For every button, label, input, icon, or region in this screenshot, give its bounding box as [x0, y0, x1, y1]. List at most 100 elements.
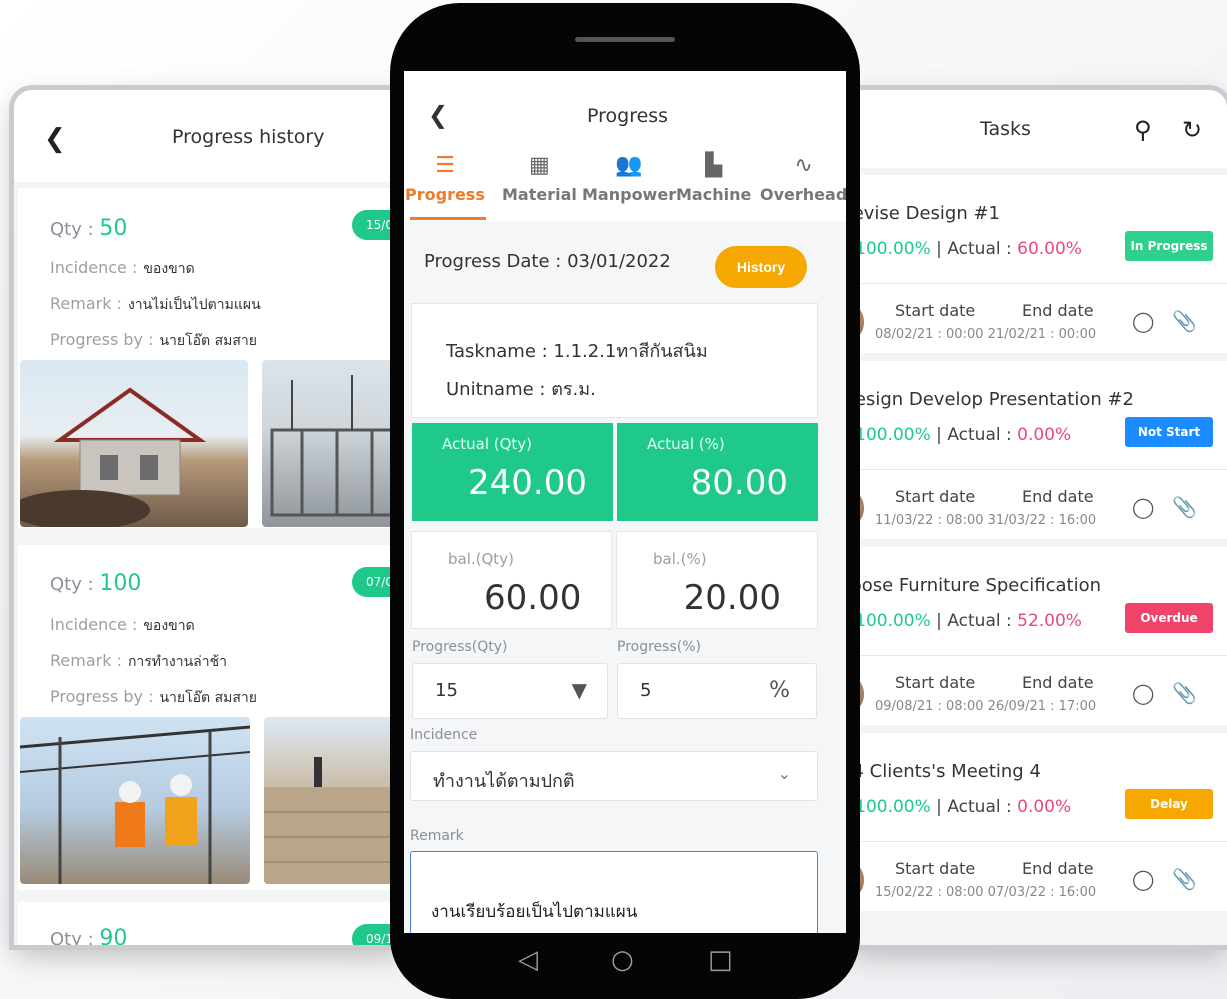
divider	[850, 841, 1227, 842]
attachment-icon[interactable]: 📎	[1172, 309, 1197, 333]
date-range: 09/08/21 : 08:00 26/09/21 : 17:00	[875, 699, 1097, 714]
status-badge: Overdue	[1125, 603, 1213, 633]
tab-progress[interactable]: ☰ Progress	[405, 153, 485, 204]
header: ❮ Progress history	[14, 90, 404, 182]
incidence: Incidence : ของขาด	[50, 258, 195, 277]
tab-label: Material	[502, 185, 577, 204]
brick-wall-illustration	[264, 757, 404, 884]
page-title: Progress	[587, 105, 669, 127]
incidence: Incidence : ของขาด	[50, 615, 195, 634]
task-card[interactable]: Loose Furniture Specification: 100.00% |…	[850, 547, 1227, 725]
task-card[interactable]: 14 Clients's Meeting 4: 100.00% | Actual…	[850, 733, 1227, 911]
site-photo[interactable]	[262, 360, 404, 527]
status-badge: Delay	[1125, 789, 1213, 819]
actual-pct-value: 80.00	[690, 463, 788, 503]
home-nav-icon[interactable]: ○	[611, 945, 634, 975]
attachment-icon[interactable]: 📎	[1172, 495, 1197, 519]
remark: Remark : การทำงานล่าช้า	[50, 651, 227, 670]
workers-illustration	[20, 725, 250, 884]
sliders-icon: ☰	[435, 153, 455, 178]
tab-label: Progress	[405, 185, 485, 204]
history-card[interactable]: Qty : 50 15/02/ Incidence : ของขาด Remark…	[18, 188, 404, 528]
comment-icon[interactable]: ◯	[1132, 867, 1154, 891]
site-photo[interactable]	[20, 360, 248, 527]
qty: Qty : 100	[50, 571, 142, 596]
task-percent: : 100.00% | Actual : 0.00%	[855, 425, 1072, 445]
building-frame-illustration	[270, 375, 404, 517]
bal-pct-value: 20.00	[683, 578, 781, 618]
page-title: Tasks	[980, 118, 1031, 140]
task-name: Design Develop Presentation #2	[850, 389, 1134, 410]
history-card[interactable]: Qty : 90 09/12/	[18, 902, 404, 945]
bal-qty-card: bal.(Qty) 60.00	[411, 531, 612, 629]
progress-by: Progress by : นายโอ๊ต สมสาย	[50, 330, 257, 349]
refresh-icon[interactable]: ↻	[1182, 116, 1202, 144]
speaker-grille	[575, 37, 675, 42]
progress-pct-label: Progress(%)	[617, 639, 701, 655]
back-icon[interactable]: ❮	[44, 124, 66, 154]
progress-pct-input[interactable]: 5 %	[617, 663, 817, 719]
actual-qty-card: Actual (Qty) 240.00	[412, 423, 613, 521]
actual-qty-label: Actual (Qty)	[442, 435, 533, 453]
task-card[interactable]: Revise Design #1 : 100.00% | Actual : 60.…	[850, 175, 1227, 353]
progress-qty-label: Progress(Qty)	[412, 639, 508, 655]
start-date-label: Start date	[895, 487, 976, 506]
end-date-label: End date	[1022, 301, 1094, 320]
task-card[interactable]: Design Develop Presentation #2 : 100.00% …	[850, 361, 1227, 539]
progress-history-screen: ❮ Progress history Qty : 50 15/02/ Incid…	[14, 90, 404, 945]
progress-screen: ❮ Progress ☰ Progress ▦ Material 👥 Manpower ▙ M…	[404, 71, 846, 933]
tab-material[interactable]: ▦ Material	[502, 153, 577, 204]
start-date-label: Start date	[895, 859, 976, 878]
start-date-label: Start date	[895, 673, 976, 692]
attachment-icon[interactable]: 📎	[1172, 867, 1197, 891]
tab-machine[interactable]: ▙ Machine	[676, 153, 751, 204]
actual-pct-card: Actual (%) 80.00	[617, 423, 818, 521]
search-icon[interactable]: ⚲	[1134, 116, 1152, 144]
task-percent: : 100.00% | Actual : 60.00%	[855, 239, 1082, 259]
site-photo[interactable]	[264, 717, 404, 884]
tab-overhead[interactable]: ∿ Overhead	[760, 153, 846, 204]
taskname: Taskname : 1.1.2.1ทาสีกันสนิม	[446, 341, 708, 362]
recents-nav-icon[interactable]: □	[708, 945, 733, 975]
page-title: Progress history	[172, 126, 325, 148]
history-card[interactable]: Qty : 100 07/02/ Incidence : ของขาด Remar…	[18, 545, 404, 890]
task-name: 14 Clients's Meeting 4	[850, 761, 1041, 782]
status-badge: Not Start	[1125, 417, 1213, 447]
header: Tasks ⚲ ↻	[850, 90, 1227, 168]
progress-qty-input[interactable]: 15 ▼	[412, 663, 608, 719]
tab-label: Overhead	[760, 185, 846, 204]
incidence-select[interactable]: ทำงานได้ตามปกติ ⌄	[410, 751, 818, 801]
comment-icon[interactable]: ◯	[1132, 681, 1154, 705]
bal-qty-value: 60.00	[484, 578, 582, 618]
back-nav-icon[interactable]: ◁	[518, 945, 538, 975]
end-date-label: End date	[1022, 859, 1094, 878]
incidence-label: Incidence	[410, 727, 478, 743]
tab-manpower[interactable]: 👥 Manpower	[582, 153, 676, 204]
history-button[interactable]: History	[715, 246, 807, 288]
bal-qty-label: bal.(Qty)	[448, 550, 514, 568]
comment-icon[interactable]: ◯	[1132, 309, 1154, 333]
bal-pct-label: bal.(%)	[653, 550, 707, 568]
task-percent: : 100.00% | Actual : 52.00%	[855, 611, 1082, 631]
back-icon[interactable]: ❮	[428, 101, 448, 129]
actual-pct-label: Actual (%)	[647, 435, 725, 453]
percent-icon: %	[769, 678, 790, 703]
tag-icon: ▼	[571, 678, 587, 702]
date-range: 15/02/22 : 08:00 07/03/22 : 16:00	[875, 885, 1097, 900]
tab-label: Manpower	[582, 185, 677, 204]
tasks-screen: Tasks ⚲ ↻ Revise Design #1 : 100.00% | Ac…	[850, 90, 1227, 945]
remark: Remark : งานไม่เป็นไปตามแผน	[50, 294, 261, 313]
progress-by: Progress by : นายโอ๊ต สมสาย	[50, 687, 257, 706]
comment-icon[interactable]: ◯	[1132, 495, 1154, 519]
house-frame-illustration	[20, 387, 207, 527]
end-date-label: End date	[1022, 673, 1094, 692]
site-photo[interactable]	[20, 717, 250, 884]
progress-date: Progress Date : 03/01/2022	[424, 251, 671, 272]
remark-textarea[interactable]: งานเรียบร้อยเป็นไปตามแผน	[410, 851, 818, 933]
qty: Qty : 90	[50, 926, 128, 945]
grid-icon: ▦	[529, 153, 550, 178]
machine-icon: ▙	[705, 153, 723, 178]
chevron-down-icon: ⌄	[777, 764, 791, 783]
attachment-icon[interactable]: 📎	[1172, 681, 1197, 705]
task-name: Revise Design #1	[850, 203, 1001, 224]
